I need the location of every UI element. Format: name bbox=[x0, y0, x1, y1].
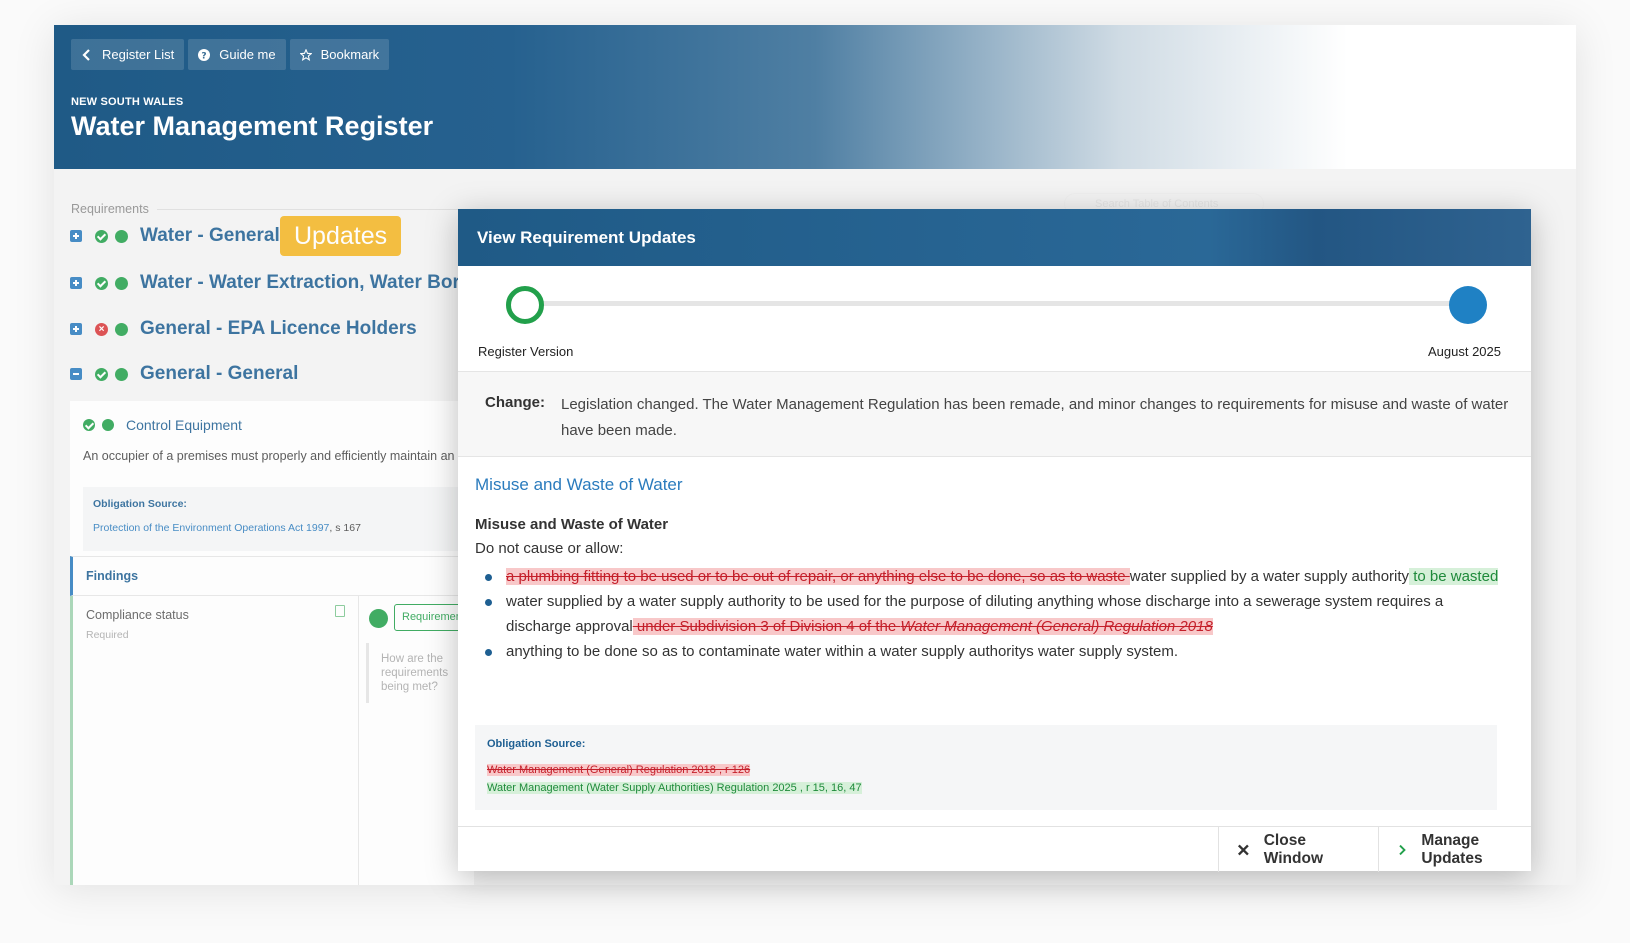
obligation-source-title: Obligation Source: bbox=[487, 738, 586, 750]
tree-item-label[interactable]: Water - General bbox=[140, 225, 280, 247]
status-dot bbox=[102, 419, 114, 431]
modal-footer: Close Window Manage Updates bbox=[458, 826, 1531, 872]
unchanged-text: anything to be done so as to contaminate… bbox=[506, 643, 1179, 660]
requirement-text: An occupier of a premises must properly … bbox=[83, 449, 455, 463]
expand-icon[interactable] bbox=[70, 323, 82, 335]
change-text: Legislation changed. The Water Managemen… bbox=[561, 396, 1509, 439]
top-nav: Register List ? Guide me Bookmark bbox=[71, 39, 390, 70]
cross-icon: × bbox=[95, 322, 108, 336]
requirement-bullets: a plumbing fitting to be used or to be o… bbox=[475, 564, 1505, 664]
requirement-card: Control Equipment An occupier of a premi… bbox=[70, 401, 484, 885]
state-label: NEW SOUTH WALES bbox=[71, 96, 184, 108]
obligation-source-title: Obligation Source: bbox=[93, 498, 187, 510]
compliance-section: Compliance status Required Requirement H… bbox=[70, 596, 484, 885]
check-icon bbox=[95, 276, 108, 290]
question-icon: ? bbox=[198, 48, 211, 61]
register-list-button[interactable]: Register List bbox=[71, 39, 185, 70]
deleted-text: a plumbing fitting to be used or to be o… bbox=[506, 568, 1130, 585]
act-section: , s 167 bbox=[329, 522, 361, 534]
close-window-button[interactable]: Close Window bbox=[1218, 827, 1378, 872]
page-title: Water Management Register bbox=[71, 111, 434, 141]
clipboard-icon[interactable] bbox=[335, 605, 345, 617]
guide-me-button[interactable]: ? Guide me bbox=[188, 39, 286, 70]
divider bbox=[358, 596, 359, 885]
findings-label: Findings bbox=[86, 569, 139, 583]
close-icon bbox=[1237, 844, 1249, 855]
control-equipment-row[interactable]: Control Equipment bbox=[83, 417, 242, 433]
deleted-text-italic: Water Management (General) Regulation 20… bbox=[900, 618, 1213, 635]
tree-item-water-extraction[interactable]: Water - Water Extraction, Water Bores bbox=[70, 270, 481, 296]
obligation-source-link[interactable]: Protection of the Environment Operations… bbox=[93, 522, 361, 534]
requirement-intro: Do not cause or allow: bbox=[475, 540, 624, 557]
unchanged-text: water supplied by a water supply authori… bbox=[1129, 568, 1410, 585]
expand-icon[interactable] bbox=[70, 230, 82, 242]
inserted-text: to be wasted bbox=[1409, 568, 1499, 585]
deleted-obligation[interactable]: Water Management (General) Regulation 20… bbox=[487, 764, 751, 776]
version-track bbox=[506, 301, 1466, 306]
list-item: water supplied by a water supply authori… bbox=[475, 589, 1505, 639]
version-from-label: Register Version bbox=[478, 344, 574, 359]
collapse-icon[interactable] bbox=[70, 368, 82, 380]
status-dot bbox=[369, 609, 388, 628]
chevron-left-icon bbox=[82, 48, 90, 61]
modal-header: View Requirement Updates bbox=[458, 209, 1531, 266]
bookmark-button[interactable]: Bookmark bbox=[289, 39, 390, 70]
requirement-updates-modal: View Requirement Updates Register Versio… bbox=[458, 209, 1531, 872]
requirements-panel: Requirements Water - General Updates Wat… bbox=[54, 169, 484, 885]
status-dot bbox=[115, 322, 128, 336]
tree-item-epa-licence[interactable]: × General - EPA Licence Holders bbox=[70, 316, 417, 342]
requirement-title: Misuse and Waste of Water bbox=[475, 516, 669, 533]
divider bbox=[157, 209, 477, 210]
page-header: Register List ? Guide me Bookmark NEW SO… bbox=[54, 25, 1576, 169]
requirements-heading: Requirements bbox=[71, 202, 149, 216]
list-item: anything to be done so as to contaminate… bbox=[475, 639, 1505, 664]
version-start-node[interactable] bbox=[506, 286, 544, 324]
obligation-source-box: Obligation Source: Protection of the Env… bbox=[83, 487, 474, 551]
version-end-node[interactable] bbox=[1449, 286, 1487, 324]
bookmark-label: Bookmark bbox=[320, 47, 380, 62]
tree-item-label[interactable]: General - General bbox=[140, 363, 298, 385]
check-icon bbox=[95, 367, 108, 381]
manage-updates-button[interactable]: Manage Updates bbox=[1378, 827, 1531, 872]
obligation-source-box: Obligation Source: Water Management (Gen… bbox=[475, 725, 1497, 810]
tree-item-label[interactable]: General - EPA Licence Holders bbox=[140, 318, 417, 340]
star-icon bbox=[299, 48, 312, 61]
change-label: Change: bbox=[485, 394, 545, 411]
modal-title: View Requirement Updates bbox=[477, 228, 696, 247]
manage-updates-label: Manage Updates bbox=[1421, 831, 1483, 867]
section-title: Misuse and Waste of Water bbox=[475, 475, 683, 494]
list-item: a plumbing fitting to be used or to be o… bbox=[475, 564, 1505, 589]
status-dot bbox=[115, 367, 128, 381]
inserted-obligation[interactable]: Water Management (Water Supply Authoriti… bbox=[487, 782, 862, 794]
deleted-text: under Subdivision 3 of Division 4 of the bbox=[632, 618, 901, 635]
svg-text:?: ? bbox=[202, 51, 207, 61]
control-equipment-title[interactable]: Control Equipment bbox=[126, 417, 242, 433]
expand-icon[interactable] bbox=[70, 277, 82, 289]
check-icon bbox=[83, 419, 95, 431]
updates-badge[interactable]: Updates bbox=[280, 216, 402, 256]
status-dot bbox=[115, 276, 128, 290]
tree-item-water-general[interactable]: Water - General bbox=[70, 223, 280, 249]
guide-me-label: Guide me bbox=[219, 47, 276, 62]
change-summary: Change: Legislation changed. The Water M… bbox=[458, 371, 1531, 457]
compliance-status-label: Compliance status bbox=[86, 608, 189, 622]
check-icon bbox=[95, 229, 108, 243]
findings-tab[interactable]: Findings bbox=[70, 556, 474, 596]
status-dot bbox=[115, 229, 128, 243]
register-list-label: Register List bbox=[102, 47, 175, 62]
version-to-label: August 2025 bbox=[1427, 344, 1501, 359]
tree-item-general-general[interactable]: General - General bbox=[70, 361, 298, 387]
tree-item-label[interactable]: Water - Water Extraction, Water Bores bbox=[140, 272, 481, 294]
close-window-label: Close Window bbox=[1263, 831, 1323, 867]
act-link[interactable]: Protection of the Environment Operations… bbox=[93, 522, 329, 534]
chevron-right-icon bbox=[1399, 844, 1406, 855]
required-hint: Required bbox=[86, 629, 129, 641]
